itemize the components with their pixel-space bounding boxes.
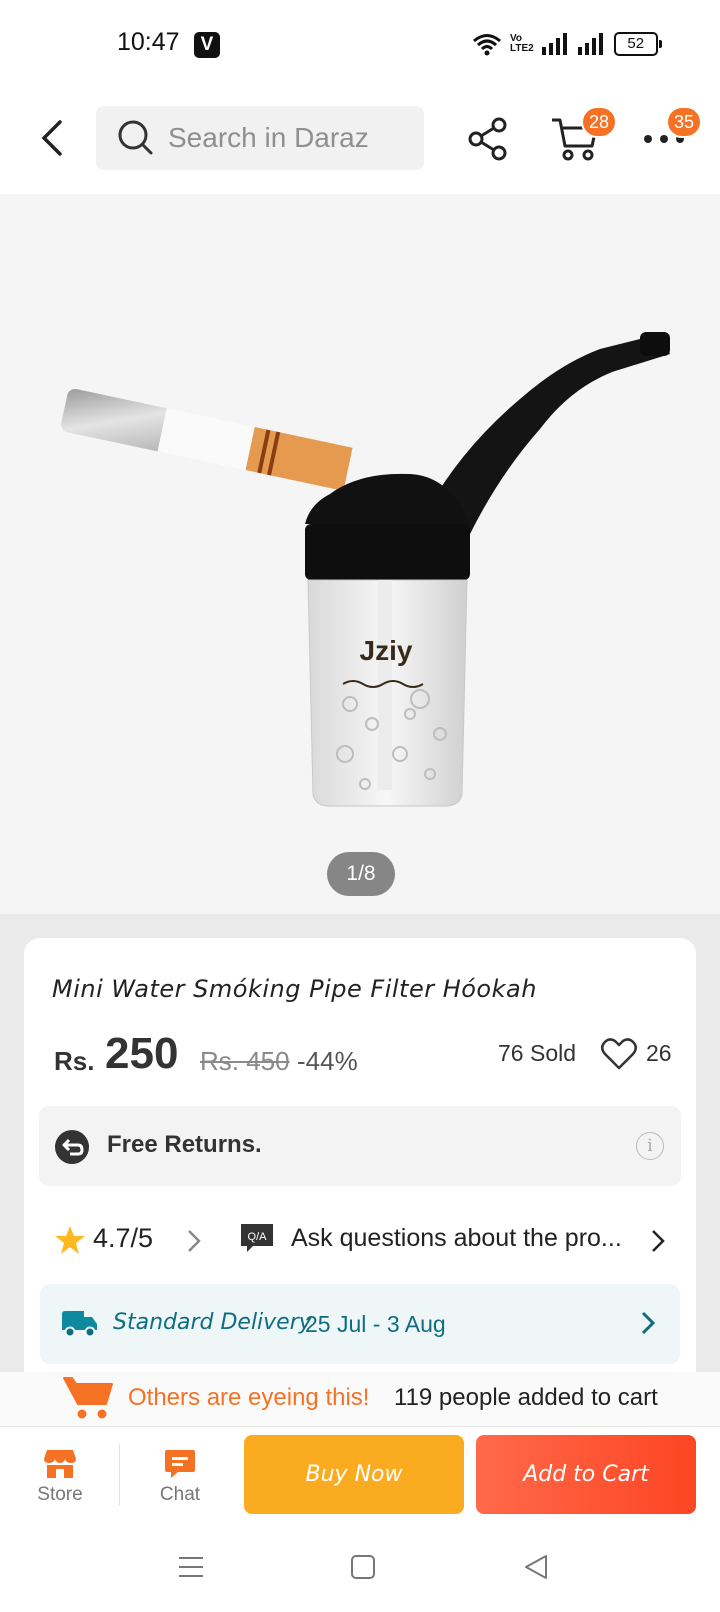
back-triangle-icon bbox=[525, 1555, 547, 1579]
chat-label: Chat bbox=[159, 1484, 201, 1505]
ask-questions-link[interactable]: Ask questions about the pro... bbox=[291, 1224, 622, 1253]
chevron-left-icon bbox=[41, 120, 62, 156]
search-icon bbox=[118, 120, 153, 155]
bottom-divider bbox=[119, 1444, 120, 1506]
delivery-date: 25 Jul - 3 Aug bbox=[305, 1311, 446, 1337]
product-image-gallery[interactable]: Jziy bbox=[0, 194, 720, 914]
share-button[interactable] bbox=[466, 116, 510, 162]
back-nav-button[interactable] bbox=[522, 1553, 550, 1581]
menu-nav-button[interactable] bbox=[178, 1554, 204, 1580]
store-label: Store bbox=[37, 1484, 83, 1505]
original-price: Rs. 450 bbox=[200, 1046, 290, 1076]
battery-icon: 52 bbox=[613, 32, 662, 56]
price-currency: Rs. bbox=[54, 1046, 95, 1076]
app-notification-icon: V bbox=[194, 32, 220, 58]
add-to-cart-button[interactable]: Add to Cart bbox=[476, 1435, 696, 1514]
rating-chevron-icon[interactable] bbox=[184, 1226, 204, 1256]
eyeing-highlight: Others are eyeing this! bbox=[128, 1384, 370, 1411]
menu-icon bbox=[179, 1557, 203, 1577]
product-title: Mini Water Smóking Pipe Filter Hóokah bbox=[52, 975, 537, 1003]
wifi-icon bbox=[473, 34, 501, 56]
sold-count: 76 Sold bbox=[498, 1040, 577, 1066]
free-returns-label: Free Returns. bbox=[107, 1131, 262, 1158]
more-count-badge: 35 bbox=[666, 106, 702, 138]
wishlist-count: 26 bbox=[646, 1040, 672, 1066]
price-value: 250 bbox=[105, 1029, 179, 1078]
eyeing-count-text: 119 people added to cart bbox=[394, 1384, 658, 1411]
return-icon bbox=[54, 1129, 90, 1165]
chat-icon bbox=[165, 1450, 195, 1478]
star-icon bbox=[54, 1224, 86, 1256]
buy-now-button[interactable]: Buy Now bbox=[244, 1435, 464, 1514]
search-placeholder: Search in Daraz bbox=[168, 122, 369, 153]
share-icon bbox=[468, 117, 507, 161]
rating-value[interactable]: 4.7/5 bbox=[93, 1223, 153, 1254]
product-image: Jziy bbox=[61, 332, 670, 807]
status-icons: Vo LTE2 52 bbox=[472, 28, 662, 60]
signal-icon bbox=[541, 33, 567, 55]
search-input[interactable]: Search in Daraz bbox=[96, 106, 424, 170]
chat-button[interactable]: Chat bbox=[142, 1438, 218, 1518]
svg-text:Q/A: Q/A bbox=[248, 1231, 268, 1243]
delivery-label: Standard Delivery bbox=[113, 1310, 312, 1335]
delivery-chevron-icon[interactable] bbox=[638, 1308, 658, 1338]
back-button[interactable] bbox=[34, 114, 74, 162]
store-button[interactable]: Store bbox=[22, 1438, 98, 1518]
status-time: 10:47 bbox=[117, 28, 180, 56]
info-icon[interactable]: i bbox=[636, 1132, 664, 1160]
svg-text:Jziy: Jziy bbox=[360, 635, 413, 666]
qa-chevron-icon[interactable] bbox=[648, 1226, 668, 1256]
image-counter: 1/8 bbox=[327, 852, 395, 896]
delivery-truck-icon bbox=[60, 1308, 98, 1338]
wishlist-button[interactable] bbox=[600, 1036, 638, 1072]
store-icon bbox=[44, 1450, 76, 1478]
discount-badge: -44% bbox=[297, 1046, 358, 1076]
volte-icon: Vo LTE2 bbox=[510, 33, 534, 54]
home-nav-button[interactable] bbox=[350, 1554, 376, 1580]
home-square-icon bbox=[351, 1555, 375, 1579]
heart-icon bbox=[601, 1038, 637, 1070]
shopping-cart-icon bbox=[62, 1374, 114, 1420]
signal-icon-2 bbox=[577, 33, 603, 55]
qa-icon: Q/A bbox=[239, 1222, 275, 1254]
cart-count-badge: 28 bbox=[581, 106, 617, 138]
